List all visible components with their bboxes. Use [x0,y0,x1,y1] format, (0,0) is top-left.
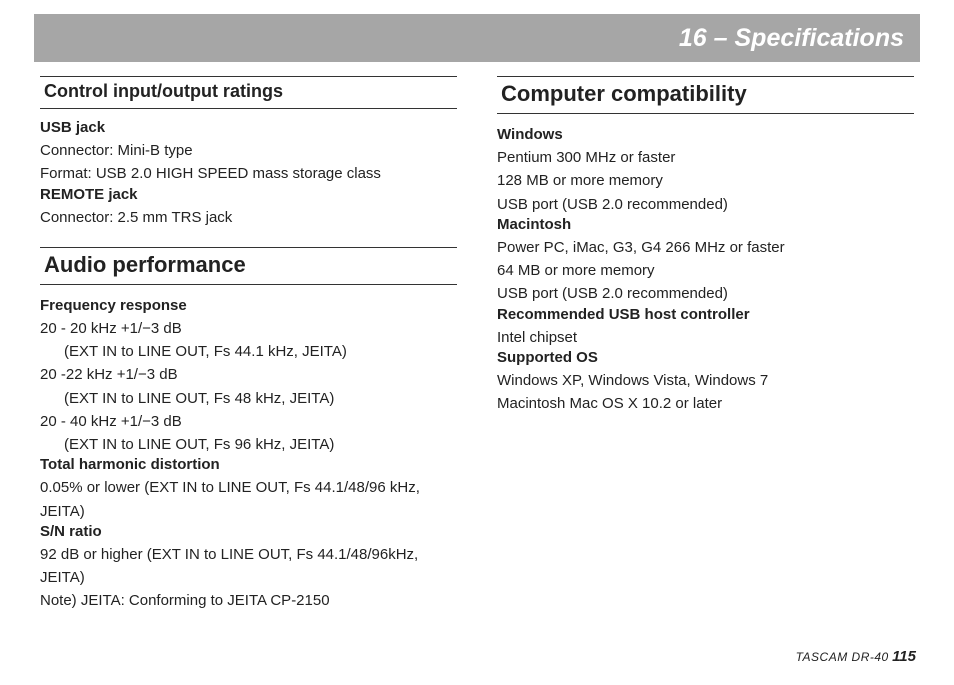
spec-group-usb-host: Recommended USB host controller Intel ch… [497,306,914,349]
section-heading-audio-performance: Audio performance [40,247,457,285]
spec-line: 20 - 40 kHz +1/−3 dB [40,410,457,433]
spec-title: Supported OS [497,349,914,366]
left-column: Control input/output ratings USB jack Co… [40,74,457,613]
spec-line: Windows XP, Windows Vista, Windows 7 [497,369,914,392]
spec-group-usb-jack: USB jack Connector: Mini-B type Format: … [40,119,457,186]
spec-line: Connector: 2.5 mm TRS jack [40,206,457,229]
spec-line: Macintosh Mac OS X 10.2 or later [497,392,914,415]
page-header-title: 16 – Specifications [679,24,904,53]
spec-group-supported-os: Supported OS Windows XP, Windows Vista, … [497,349,914,416]
spec-group-sn-ratio: S/N ratio 92 dB or higher (EXT IN to LIN… [40,523,457,613]
section-heading-computer-compat: Computer compatibility [497,76,914,114]
spec-line: 20 - 20 kHz +1/−3 dB [40,317,457,340]
spec-line: Connector: Mini-B type [40,139,457,162]
spec-line: USB port (USB 2.0 recommended) [497,193,914,216]
spec-line: Intel chipset [497,326,914,349]
spec-line: 0.05% or lower (EXT IN to LINE OUT, Fs 4… [40,476,457,523]
spec-line: Pentium 300 MHz or faster [497,146,914,169]
spec-line: Note) JEITA: Conforming to JEITA CP-2150 [40,589,457,612]
spec-title: S/N ratio [40,523,457,540]
spec-line: 64 MB or more memory [497,259,914,282]
right-column: Computer compatibility Windows Pentium 3… [497,74,914,613]
footer-page-number: 115 [892,648,916,665]
spec-title: Frequency response [40,297,457,314]
spec-line: USB port (USB 2.0 recommended) [497,282,914,305]
spec-group-windows: Windows Pentium 300 MHz or faster 128 MB… [497,126,914,216]
page-header: 16 – Specifications [34,14,920,62]
footer-model: TASCAM DR-40 [796,650,889,664]
spec-group-remote-jack: REMOTE jack Connector: 2.5 mm TRS jack [40,186,457,229]
spec-title: Macintosh [497,216,914,233]
spec-title: Recommended USB host controller [497,306,914,323]
spec-title: USB jack [40,119,457,136]
spec-line: Format: USB 2.0 HIGH SPEED mass storage … [40,162,457,185]
spec-group-frequency-response: Frequency response 20 - 20 kHz +1/−3 dB … [40,297,457,457]
spec-group-macintosh: Macintosh Power PC, iMac, G3, G4 266 MHz… [497,216,914,306]
spec-group-thd: Total harmonic distortion 0.05% or lower… [40,456,457,523]
page-footer: TASCAM DR-40 115 [796,648,916,665]
section-heading-control-io: Control input/output ratings [40,77,457,109]
spec-line: 20 -22 kHz +1/−3 dB [40,363,457,386]
spec-line: (EXT IN to LINE OUT, Fs 96 kHz, JEITA) [40,433,457,456]
spec-line: 128 MB or more memory [497,169,914,192]
spec-title: REMOTE jack [40,186,457,203]
content-area: Control input/output ratings USB jack Co… [0,62,954,613]
spec-title: Total harmonic distortion [40,456,457,473]
spec-title: Windows [497,126,914,143]
spec-line: (EXT IN to LINE OUT, Fs 48 kHz, JEITA) [40,387,457,410]
spec-line: 92 dB or higher (EXT IN to LINE OUT, Fs … [40,543,457,590]
spec-line: (EXT IN to LINE OUT, Fs 44.1 kHz, JEITA) [40,340,457,363]
spec-line: Power PC, iMac, G3, G4 266 MHz or faster [497,236,914,259]
